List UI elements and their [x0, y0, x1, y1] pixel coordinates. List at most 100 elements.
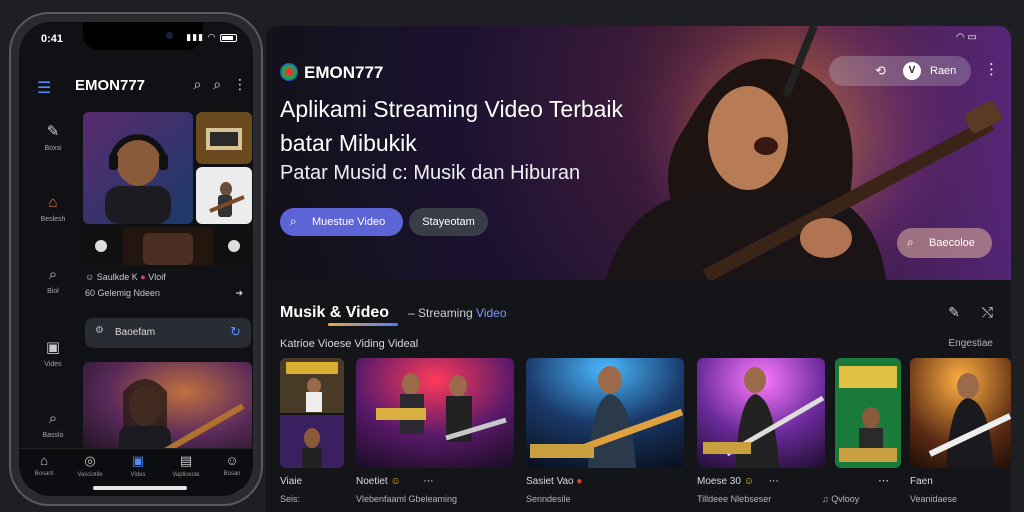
emoji-icon: ☺ [390, 476, 401, 487]
video-thumbnail-logo[interactable] [196, 112, 252, 164]
phone-notch [83, 22, 203, 50]
edit-icon[interactable]: ✎ [948, 304, 960, 320]
card-subtitle: Tilldeee Nlebseser [697, 494, 772, 504]
section-actions: ✎ ⤭ [930, 304, 993, 321]
share-icon[interactable]: ➔ [235, 288, 243, 299]
phone-screen: 0:41 ▮▮▮ ◠ ☰ EMON777 ⌕ ⌕ ⋮ ✎ Boxsi ⌂ Bes… [19, 22, 253, 496]
video-thumbnail-strip[interactable] [83, 227, 252, 265]
video-thumbnail-singer[interactable] [83, 362, 252, 462]
hamburger-menu-icon[interactable]: ☰ [37, 78, 51, 98]
card-subtitle: Veanidaese [910, 494, 958, 504]
video-card-4[interactable] [697, 358, 825, 468]
rail-item-biol[interactable]: ⌕ Biol [27, 266, 79, 330]
video-thumbnail-guitarist[interactable] [196, 167, 252, 224]
more-vertical-icon[interactable]: ⋮ [233, 76, 247, 92]
desktop-app-window: EMON777 Aplikami Streaming Video Terbaik… [266, 26, 1011, 512]
video-icon: ▣ [45, 339, 61, 356]
tab-profile[interactable]: ☺ Bosan [209, 453, 253, 477]
tab-library[interactable]: ▤ Vapliceste [163, 453, 209, 478]
phone-bottom-tabbar: ⌂ Bosant ◎ Vasciotile ▣ Vides ▤ Vaplices… [19, 448, 253, 496]
row-label: Katrioe Vioese Viding Videal [280, 338, 419, 350]
card-title: Noetiet ☺ ⋯ [356, 476, 434, 487]
video-card-1[interactable] [280, 358, 344, 468]
hero-headline-line1: Aplikami Streaming Video Terbaik [280, 96, 624, 122]
library-icon: ▤ [179, 453, 193, 468]
tab-videos[interactable]: ▣ Vides [115, 453, 161, 478]
home-icon: ⌂ [40, 453, 48, 468]
card-subtitle: Senndesile [526, 494, 571, 504]
tile-caption: ☺ Saulkde K ● Vloif [85, 272, 166, 282]
emoji-icon: ☺ [85, 272, 95, 282]
card-title: Faen [910, 476, 933, 487]
record-icon: ● [576, 476, 583, 487]
hero-banner: EMON777 Aplikami Streaming Video Terbaik… [266, 26, 1011, 280]
rail-item-label: Vides [44, 361, 62, 368]
video-card-3[interactable] [526, 358, 684, 468]
more-horizontal-icon[interactable]: ⋯ [423, 476, 433, 487]
tile-caption-secondary: 60 Gelemig Ndeen [85, 288, 161, 298]
pen-icon: ✎ [46, 123, 60, 140]
account-pill[interactable]: ⟲ V Raen [829, 56, 971, 86]
shuffle-icon[interactable]: ⤭ [982, 304, 993, 320]
record-icon: ● [140, 272, 146, 282]
search-icon[interactable]: ⌕ [213, 76, 221, 92]
search-text: Baoefam [115, 327, 156, 338]
sound-icon: ♫ [822, 494, 829, 504]
section-subtitle[interactable]: – Streaming Video [408, 306, 507, 320]
watch-video-label: Muestue Video [312, 216, 386, 228]
card-subtitle: Seis: [280, 494, 301, 504]
search-icon[interactable]: ⌕ [194, 76, 202, 92]
phone-search-bar[interactable]: ⚙ Baoefam ↻ [85, 318, 251, 348]
status-time: 0:41 [41, 33, 64, 45]
secondary-action-button[interactable]: Stayeotam [409, 208, 488, 236]
profile-icon: ☺ [225, 453, 239, 468]
rail-item-boxsi[interactable]: ✎ Boxsi [27, 122, 79, 186]
refresh-icon[interactable]: ↻ [230, 324, 241, 340]
hero-brand-title: EMON777 [304, 63, 384, 82]
emoji-icon: ☺ [743, 476, 754, 487]
more-horizontal-icon[interactable]: ⋯ [769, 476, 779, 487]
rail-item-home[interactable]: ⌂ Beslesh [27, 194, 79, 258]
card-subtitle: Vlebenfaaml Gbeleaming [356, 494, 458, 504]
phone-header-actions: ⌕ ⌕ ⋮ [186, 76, 247, 93]
hero-cta-button[interactable]: ⌕ Baecoloe [897, 228, 992, 258]
avatar[interactable]: V [903, 62, 921, 80]
camera-icon [166, 32, 173, 39]
phone-brand-title: EMON777 [75, 77, 146, 94]
video-card-2[interactable] [356, 358, 514, 468]
hero-headline-line2: batar Mibukik [280, 130, 417, 156]
card-title: Moese 30 ☺ ⋯ [697, 476, 779, 487]
phone-app-header: ☰ EMON777 ⌕ ⌕ ⋮ [19, 74, 253, 100]
account-label: Raen [930, 65, 957, 77]
rail-item-vides[interactable]: ▣ Vides [27, 338, 79, 402]
phone-mockup: 0:41 ▮▮▮ ◠ ☰ EMON777 ⌕ ⌕ ⋮ ✎ Boxsi ⌂ Bes… [9, 12, 263, 506]
video-card-5[interactable] [835, 358, 901, 468]
rail-item-label: Boxsi [44, 145, 62, 152]
video-card-6[interactable] [910, 358, 1011, 468]
watch-video-button[interactable]: ⌕ Muestue Video [280, 208, 403, 236]
see-all-link[interactable]: Engestiae [949, 338, 993, 349]
compass-icon: ◎ [84, 453, 96, 468]
equalizer-icon: ⚙ [95, 325, 104, 336]
rail-item-label: Biol [47, 288, 59, 295]
more-horizontal-icon[interactable]: ⋯ [878, 474, 889, 487]
status-icons: ▮▮▮ ◠ [186, 32, 237, 43]
home-icon: ⌂ [48, 194, 58, 211]
cast-icon[interactable]: ⟲ [875, 63, 886, 79]
search-icon: ⌕ [48, 266, 58, 283]
search-icon: ⌕ [290, 214, 297, 228]
wifi-icon: ◠ [207, 32, 217, 42]
card-subtitle: ♫ Qvlooy [822, 494, 860, 504]
more-vertical-icon[interactable]: ⋮ [984, 60, 999, 78]
phone-side-rail: ✎ Boxsi ⌂ Beslesh ⌕ Biol ▣ Vides ⌕ Bassl… [27, 114, 79, 474]
search-icon: ⌕ [48, 410, 58, 427]
hero-cta-label: Baecoloe [929, 237, 975, 249]
rail-item-label: Beslesh [40, 216, 66, 223]
tab-explore[interactable]: ◎ Vasciotile [67, 453, 113, 478]
video-thumbnail-headphones-man[interactable] [83, 112, 193, 224]
status-icons: ◠ ▭ [956, 32, 977, 43]
card-title: Sasiet Vao ● [526, 476, 583, 487]
signal-icon: ▮▮▮ [186, 32, 205, 42]
tab-home[interactable]: ⌂ Bosant [21, 453, 67, 477]
section-title-underline [328, 323, 398, 326]
